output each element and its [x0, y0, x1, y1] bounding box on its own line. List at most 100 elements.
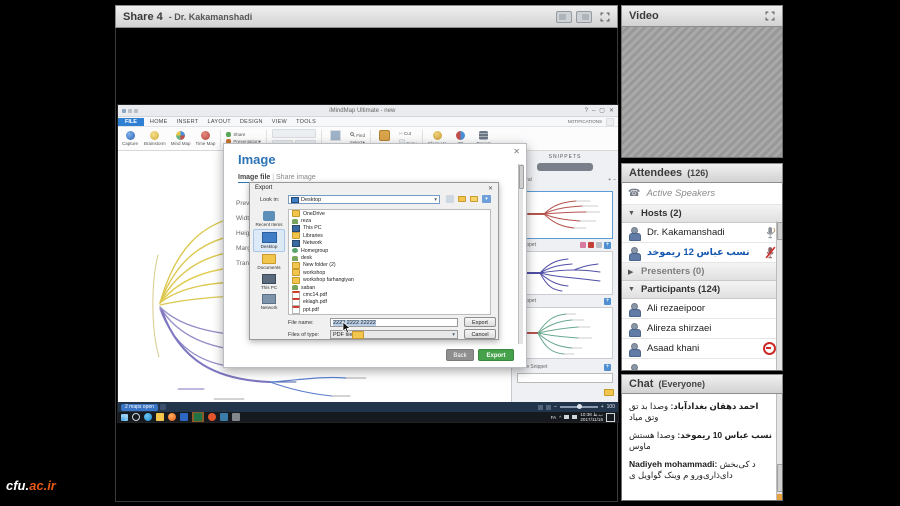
attendee-row[interactable]: Asaad khani	[622, 339, 782, 359]
zoom-out-icon[interactable]: –	[554, 404, 557, 410]
mind-map-button[interactable]: Mind Map	[171, 128, 191, 149]
active-app-highlight[interactable]	[192, 412, 204, 422]
cortana-search-icon[interactable]	[132, 413, 140, 421]
sidebar-item-network[interactable]: Network	[253, 292, 285, 312]
snippet-card-green[interactable]	[517, 307, 613, 359]
powerpoint-icon[interactable]	[208, 413, 216, 421]
snippet-insert-icon[interactable]: +	[604, 242, 611, 249]
notifications-icon[interactable]	[606, 118, 614, 126]
tab-design[interactable]: DESIGN	[240, 119, 263, 125]
file-item[interactable]: Network	[289, 240, 490, 247]
notifications-label[interactable]: NOTIFICATIONS	[568, 119, 602, 124]
save-icon[interactable]	[128, 109, 132, 113]
snippet-card-red[interactable]	[517, 191, 613, 239]
scroll-to-bottom-icon[interactable]	[777, 494, 783, 501]
fullscreen-icon[interactable]	[600, 12, 610, 22]
attendee-row-partial[interactable]	[622, 359, 782, 371]
tab-file[interactable]: FILE	[118, 118, 144, 126]
tab-home[interactable]: HOME	[150, 119, 168, 125]
sidebar-item-thispc[interactable]: This PC	[253, 272, 285, 292]
undo-icon[interactable]	[134, 109, 138, 113]
file-item[interactable]: This PC	[289, 225, 490, 232]
cancel-button[interactable]: Cancel	[464, 329, 496, 339]
mindmap-app-icon[interactable]	[220, 413, 228, 421]
participants-section-header[interactable]: ▼ Participants (124)	[622, 281, 782, 299]
tab-share-image[interactable]: Share image	[276, 174, 316, 181]
firefox-icon[interactable]	[168, 413, 176, 421]
sidebar-item-desktop[interactable]: Desktop	[253, 229, 285, 252]
chat-scrollbar[interactable]	[776, 394, 782, 501]
snippet-share-icon[interactable]	[580, 242, 586, 248]
fit-view-icon[interactable]	[538, 405, 543, 410]
file-item[interactable]: Homegroup	[289, 247, 490, 254]
help-icon[interactable]: ?	[585, 108, 588, 114]
file-item[interactable]: saban	[289, 284, 490, 291]
file-item[interactable]: workshop farhangiyan	[289, 277, 490, 284]
up-one-level-icon[interactable]	[458, 196, 466, 202]
attendee-row[interactable]: Ali rezaeipoor	[622, 299, 782, 319]
minimize-icon[interactable]: –	[592, 108, 595, 114]
hosts-section-header[interactable]: ▼ Hosts (2)	[622, 205, 782, 223]
fullscreen-icon[interactable]	[765, 11, 775, 21]
tab-layout[interactable]: LAYOUT	[208, 119, 231, 125]
network-tray-icon[interactable]	[564, 415, 569, 419]
tray-expand-icon[interactable]: ^	[559, 415, 561, 420]
file-item[interactable]: Libraries	[289, 232, 490, 239]
tab-tools[interactable]: TOOLS	[296, 119, 316, 125]
add-map-icon[interactable]	[160, 404, 166, 410]
start-button-icon[interactable]	[121, 414, 128, 421]
maps-open-badge[interactable]: 2 maps open	[121, 404, 158, 411]
maximize-icon[interactable]: ▢	[599, 107, 605, 114]
attendee-row[interactable]: Alireza shirzaei	[622, 319, 782, 339]
file-item[interactable]: reza	[289, 217, 490, 224]
new-folder-icon[interactable]	[470, 196, 478, 202]
export-button[interactable]: Export	[478, 349, 514, 361]
time-map-button[interactable]: Time Map	[196, 128, 216, 149]
file-item[interactable]: eklagh.pdf	[289, 299, 490, 306]
file-item[interactable]: cmc14.pdf	[289, 291, 490, 298]
snippets-capture-button[interactable]	[537, 163, 593, 171]
back-nav-icon[interactable]	[446, 195, 454, 203]
attendee-row-host[interactable]: Dr. Kakamanshadi	[622, 223, 782, 243]
attendee-row-host[interactable]: نسب عباس 12 ریموخد	[622, 243, 782, 263]
new-snippet-add-icon[interactable]: +	[604, 364, 611, 371]
pod-layout-toggle-icon[interactable]	[556, 11, 572, 23]
snippet-insert-icon[interactable]: +	[604, 298, 611, 305]
brainstorm-button[interactable]: Brainstorm	[144, 128, 166, 149]
group-add-icon[interactable]: +	[608, 177, 611, 183]
edge-browser-icon[interactable]	[144, 413, 152, 421]
capture-button[interactable]: Capture	[121, 128, 139, 149]
file-item[interactable]: desk	[289, 254, 490, 261]
cut-button[interactable]: ✂ Cut	[399, 131, 417, 137]
taskbar-clock[interactable]: 10:38 ب.ظ 2017/11/15	[580, 412, 603, 422]
close-icon[interactable]: ✕	[513, 147, 520, 156]
snippet-card-blue[interactable]	[517, 251, 613, 295]
find-button[interactable]: Find	[350, 132, 365, 138]
view-menu-icon[interactable]: ▾	[482, 195, 491, 203]
sidebar-item-documents[interactable]: Documents	[253, 252, 285, 272]
zoom-slider[interactable]	[560, 406, 598, 408]
snippet-copy-icon[interactable]	[596, 242, 602, 248]
pinned-app-icon[interactable]	[232, 413, 240, 421]
file-item[interactable]: workshop	[289, 269, 490, 276]
volume-tray-icon[interactable]	[572, 415, 577, 419]
snippet-delete-icon[interactable]	[588, 242, 594, 248]
microphone-muted-icon[interactable]	[765, 246, 776, 259]
close-icon[interactable]: ✕	[609, 107, 614, 114]
dialog-scrollbar[interactable]	[518, 164, 523, 344]
language-indicator[interactable]: FA	[551, 415, 557, 420]
export-confirm-button[interactable]: Export	[464, 317, 496, 327]
attendees-scrollbar[interactable]	[776, 221, 782, 371]
zoom-in-icon[interactable]: +	[601, 404, 604, 410]
share-button[interactable]: Share	[226, 132, 261, 137]
pod-layout-toggle2-icon[interactable]	[576, 11, 592, 23]
sidebar-item-recent[interactable]: Recent Items	[253, 209, 285, 229]
file-item[interactable]: OneDrive	[289, 210, 490, 217]
grid-view-icon[interactable]	[546, 405, 551, 410]
back-button[interactable]: Back	[446, 349, 474, 361]
tab-insert[interactable]: INSERT	[177, 119, 199, 125]
group-collapse-icon[interactable]: –	[613, 177, 616, 183]
file-explorer-icon[interactable]	[156, 413, 164, 421]
look-in-select[interactable]: Desktop ▾	[288, 195, 440, 204]
new-snippet-input[interactable]	[517, 373, 613, 383]
